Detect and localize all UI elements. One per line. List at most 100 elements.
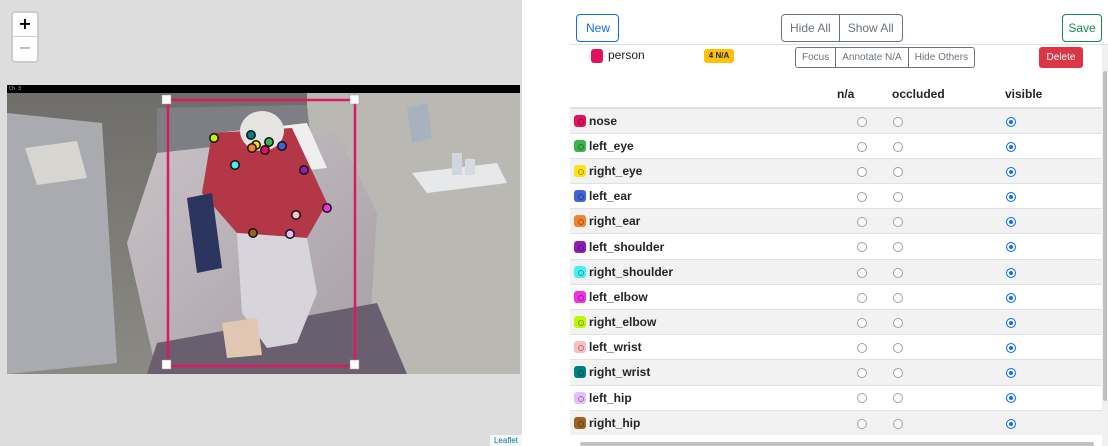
na-radio[interactable]	[856, 141, 867, 152]
visible-radio[interactable]	[1006, 267, 1016, 278]
visible-radio[interactable]	[1006, 393, 1016, 404]
keypoint-name-cell: right_ear	[570, 208, 835, 234]
occluded-radio[interactable]	[893, 166, 903, 177]
occluded-radio[interactable]	[893, 141, 903, 152]
visible-radio[interactable]	[1006, 116, 1016, 127]
occluded-cell	[888, 283, 1005, 310]
hide-others-button[interactable]: Hide Others	[907, 48, 974, 67]
keypoint-name-cell: left_shoulder	[570, 233, 835, 260]
occluded-radio[interactable]	[893, 343, 903, 354]
object-name[interactable]: person	[608, 48, 645, 62]
scrollbar-thumb[interactable]	[1103, 71, 1107, 401]
keypoint-marker-left-wrist[interactable]	[291, 210, 301, 220]
occluded-radio[interactable]	[893, 267, 903, 278]
na-radio[interactable]	[856, 267, 867, 278]
na-radio[interactable]	[856, 166, 867, 177]
bbox-handle-tl[interactable]	[161, 94, 172, 105]
occluded-radio[interactable]	[893, 116, 903, 127]
focus-button[interactable]: Focus	[796, 48, 835, 67]
vertical-scrollbar[interactable]	[1102, 45, 1108, 446]
annotation-list[interactable]: person 4 N/A Focus Annotate N/A Hide Oth…	[570, 44, 1108, 446]
bbox-handle-tr[interactable]	[349, 94, 360, 105]
visible-radio[interactable]	[1006, 317, 1016, 328]
keypoint-marker-right-shoulder[interactable]	[230, 160, 240, 170]
keypoint-label[interactable]: left_hip	[574, 391, 835, 405]
keypoint-label[interactable]: right_elbow	[574, 315, 835, 329]
na-radio[interactable]	[856, 116, 867, 127]
zoom-in-button[interactable]: +	[13, 13, 37, 37]
keypoint-label[interactable]: left_eye	[574, 139, 835, 153]
keypoint-label[interactable]: right_shoulder	[574, 265, 835, 279]
map-attribution[interactable]: Leaflet	[489, 435, 522, 446]
keypoint-marker-left-ear[interactable]	[277, 141, 287, 151]
keypoint-name-cell: right_eye	[570, 157, 835, 184]
keypoint-label[interactable]: nose	[574, 114, 835, 128]
keypoint-color-swatch	[574, 341, 586, 354]
channel-label: Ch 3	[9, 86, 22, 92]
keypoint-marker-left-eye[interactable]	[264, 137, 274, 147]
keypoint-marker-right-ear[interactable]	[247, 143, 257, 153]
keypoint-label[interactable]: right_wrist	[574, 365, 835, 379]
keypoint-label[interactable]: left_elbow	[574, 290, 835, 304]
delete-button[interactable]: Delete	[1039, 47, 1083, 68]
na-radio[interactable]	[856, 317, 867, 328]
keypoint-marker-left-shoulder[interactable]	[299, 165, 309, 175]
na-radio[interactable]	[856, 217, 867, 228]
zoom-out-button[interactable]: −	[13, 37, 37, 61]
keypoint-marker-right-wrist[interactable]	[246, 130, 256, 140]
keypoint-label[interactable]: left_wrist	[574, 340, 835, 354]
visible-cell	[1005, 132, 1102, 159]
occluded-radio[interactable]	[893, 292, 903, 303]
keypoint-name: right_hip	[589, 416, 641, 431]
visible-radio[interactable]	[1006, 368, 1016, 379]
hide-all-button[interactable]: Hide All	[782, 15, 839, 41]
keypoint-label[interactable]: right_ear	[574, 214, 835, 228]
keypoint-label[interactable]: left_shoulder	[574, 240, 835, 254]
keypoint-marker-nose[interactable]	[260, 145, 270, 155]
horizontal-scrollbar[interactable]	[580, 442, 1094, 446]
visible-cell	[1005, 308, 1102, 335]
keypoint-marker-right-hip[interactable]	[248, 228, 258, 238]
keypoint-marker-right-elbow[interactable]	[209, 133, 219, 143]
occluded-radio[interactable]	[893, 418, 903, 429]
visible-radio[interactable]	[1006, 418, 1016, 429]
keypoint-label[interactable]: left_ear	[574, 189, 835, 203]
na-radio[interactable]	[856, 393, 867, 404]
annotate-na-button[interactable]: Annotate N/A	[835, 48, 907, 67]
visible-radio[interactable]	[1006, 343, 1016, 354]
show-all-button[interactable]: Show All	[838, 15, 902, 41]
visible-radio[interactable]	[1006, 141, 1016, 152]
na-radio[interactable]	[856, 368, 867, 379]
keypoint-marker-left-elbow[interactable]	[322, 203, 332, 213]
save-button[interactable]: Save	[1062, 14, 1102, 42]
visible-radio[interactable]	[1006, 292, 1016, 303]
visible-cell	[1005, 208, 1102, 234]
na-radio[interactable]	[856, 343, 867, 354]
keypoint-label[interactable]: right_hip	[574, 416, 835, 430]
occluded-radio[interactable]	[893, 217, 903, 228]
keypoint-name: right_shoulder	[589, 264, 674, 279]
bbox-handle-br[interactable]	[349, 359, 360, 370]
na-radio[interactable]	[856, 191, 867, 202]
occluded-radio[interactable]	[893, 191, 903, 202]
occluded-radio[interactable]	[893, 242, 903, 253]
visible-radio[interactable]	[1006, 166, 1016, 177]
na-radio[interactable]	[856, 418, 867, 429]
visible-radio[interactable]	[1006, 191, 1016, 202]
bbox-handle-bl[interactable]	[161, 359, 172, 370]
occluded-radio[interactable]	[893, 317, 903, 328]
annotated-image[interactable]	[7, 93, 520, 374]
na-radio[interactable]	[856, 292, 867, 303]
occluded-radio[interactable]	[893, 368, 903, 379]
new-button[interactable]: New	[576, 14, 619, 42]
keypoint-marker-left-hip[interactable]	[285, 229, 295, 239]
keypoint-name-cell: left_ear	[570, 183, 835, 209]
visible-radio[interactable]	[1006, 217, 1016, 228]
visible-radio[interactable]	[1006, 242, 1016, 253]
keypoint-label[interactable]: right_eye	[574, 164, 835, 178]
occluded-radio[interactable]	[893, 393, 903, 404]
image-map-viewer[interactable]: + − Ch 3 Leaflet	[0, 0, 522, 446]
occluded-cell	[888, 258, 1005, 285]
bottle	[452, 153, 462, 175]
na-radio[interactable]	[856, 242, 867, 253]
